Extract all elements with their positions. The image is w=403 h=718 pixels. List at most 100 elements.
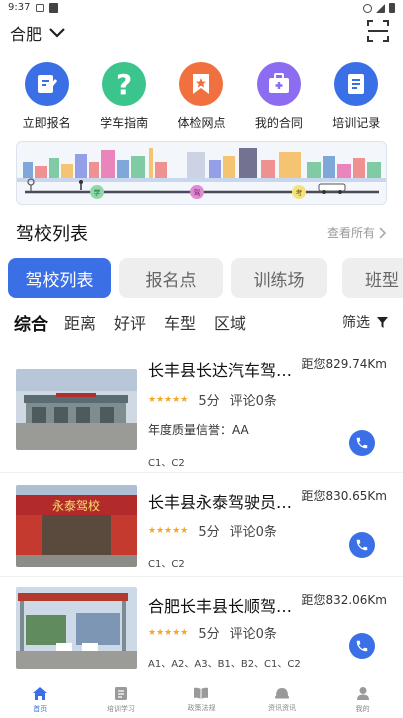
app-notification-icon <box>49 3 58 13</box>
see-all-label: 查看所有 <box>326 226 375 240</box>
signal-icon <box>376 3 385 13</box>
edit-form-icon <box>24 62 69 106</box>
school-photo <box>16 587 137 669</box>
book-icon <box>114 687 127 700</box>
filter-vehicle-type[interactable]: 车型 <box>164 310 196 334</box>
rating-stars: ★★★★★ <box>148 525 189 536</box>
quick-action-guide[interactable]: ? 学车指南 <box>86 62 162 134</box>
nav-policy[interactable]: 政策法规 <box>166 680 236 718</box>
filter-rating[interactable]: 好评 <box>114 310 146 334</box>
nav-label: 培训学习 <box>106 705 135 713</box>
filter-funnel-icon <box>377 316 388 328</box>
tab-training-ground[interactable]: 训练场 <box>231 258 327 298</box>
status-time: 9:37 <box>8 2 31 13</box>
rating-stars: ★★★★★ <box>148 394 189 405</box>
school-distance: 距您829.74Km <box>301 357 387 371</box>
quick-action-contract[interactable]: 我的合同 <box>241 62 317 134</box>
filter-overall[interactable]: 综合 <box>14 310 48 335</box>
nav-label: 政策法规 <box>187 704 216 712</box>
quick-action-register[interactable]: 立即报名 <box>9 62 85 134</box>
school-name: 长丰县永泰驾驶员培训有限公司 <box>148 493 296 512</box>
school-distance: 距您830.65Km <box>301 489 387 503</box>
nav-home[interactable]: 首页 <box>5 680 75 718</box>
rating-score: 5分 <box>198 627 220 642</box>
school-distance: 距您832.06Km <box>301 593 387 607</box>
quick-action-records[interactable]: 培训记录 <box>318 62 394 134</box>
school-card[interactable]: 长丰县长达汽车驾驶培训有限公司 距您829.74Km ★★★★★ 5分 评论0条… <box>0 345 403 473</box>
bookmark-star-icon <box>179 62 224 106</box>
filter-region[interactable]: 区域 <box>214 310 246 334</box>
license-types: C1、C2 <box>148 458 185 469</box>
nav-label: 首页 <box>33 705 48 713</box>
city-road-illustration: 学 驾 考 <box>17 142 386 204</box>
status-icons <box>363 3 395 13</box>
filter-distance[interactable]: 距离 <box>64 310 96 334</box>
see-all-link[interactable]: 查看所有 <box>327 224 387 241</box>
rating-score: 5分 <box>198 394 220 409</box>
school-name: 长丰县长达汽车驾驶培训有限公司 <box>148 361 296 380</box>
notification-icon <box>36 4 44 12</box>
call-button[interactable] <box>349 532 375 558</box>
license-types: C1、C2 <box>148 559 185 570</box>
status-bar: 9:37 <box>0 0 403 18</box>
rating-stars: ★★★★★ <box>148 627 189 638</box>
call-button[interactable] <box>349 430 375 456</box>
rating-comments: 评论0条 <box>229 627 277 642</box>
tab-signup-points[interactable]: 报名点 <box>119 258 223 298</box>
school-rating: ★★★★★ 5分 评论0条 <box>148 521 277 540</box>
chevron-right-icon <box>379 226 387 239</box>
banner-stop-1: 学 <box>94 188 101 197</box>
header: 合肥 <box>0 18 403 48</box>
bottom-nav: 首页 培训学习 政策法规 资讯资讯 我的 <box>0 680 403 718</box>
banner-stop-3: 考 <box>296 189 303 197</box>
scan-icon[interactable] <box>367 20 389 42</box>
quick-action-label: 我的合同 <box>254 116 303 130</box>
tab-class-type[interactable]: 班型 <box>342 258 403 298</box>
quick-action-label: 学车指南 <box>100 116 149 130</box>
school-sign-text: 永泰驾校 <box>52 498 100 513</box>
nav-label: 资讯资讯 <box>268 704 297 712</box>
school-rating: ★★★★★ 5分 评论0条 <box>148 390 277 409</box>
helmet-icon <box>275 688 290 699</box>
filter-button[interactable]: 筛选 <box>342 312 389 332</box>
home-icon <box>33 687 48 700</box>
school-card[interactable]: 合肥长丰县长顺驾驶培训有限公司 距您832.06Km ★★★★★ 5分 评论0条… <box>0 579 403 679</box>
banner-image[interactable]: 学 驾 考 <box>16 141 387 205</box>
nav-news[interactable]: 资讯资讯 <box>247 680 317 718</box>
filter-button-label: 筛选 <box>342 315 370 331</box>
tab-school-list[interactable]: 驾校列表 <box>8 258 111 298</box>
quality-rating: 年度质量信誉：AA <box>148 423 249 437</box>
rating-score: 5分 <box>198 525 220 540</box>
banner-stop-2: 驾 <box>194 188 201 197</box>
school-card[interactable]: 永泰驾校 长丰县永泰驾驶员培训有限公司 距您830.65Km ★★★★★ 5分 … <box>0 475 403 577</box>
chevron-down-icon <box>49 28 65 38</box>
rating-comments: 评论0条 <box>229 394 277 409</box>
rating-comments: 评论0条 <box>229 525 277 540</box>
phone-icon <box>356 640 368 652</box>
city-selector[interactable]: 合肥 <box>10 21 66 45</box>
phone-icon <box>356 437 368 449</box>
nav-training[interactable]: 培训学习 <box>86 680 156 718</box>
user-icon <box>356 687 369 700</box>
phone-icon <box>356 539 368 551</box>
category-tabs: 驾校列表 报名点 训练场 班型 <box>8 258 403 298</box>
quick-action-label: 立即报名 <box>22 116 71 130</box>
nav-profile[interactable]: 我的 <box>328 680 398 718</box>
nav-label: 我的 <box>355 705 370 713</box>
school-name: 合肥长丰县长顺驾驶培训有限公司 <box>148 597 296 616</box>
document-list-icon <box>334 62 379 106</box>
school-photo: 永泰驾校 <box>16 485 137 567</box>
question-icon: ? <box>102 62 147 106</box>
school-rating: ★★★★★ 5分 评论0条 <box>148 623 277 642</box>
briefcase-medical-icon <box>256 62 301 106</box>
quick-action-medical[interactable]: 体检网点 <box>163 62 239 134</box>
school-photo <box>16 369 137 450</box>
quick-action-label: 培训记录 <box>332 116 381 130</box>
call-button[interactable] <box>349 633 375 659</box>
city-label: 合肥 <box>10 25 43 44</box>
sort-filters: 综合 距离 好评 车型 区域 筛选 <box>0 310 403 335</box>
section-title: 驾校列表 <box>16 224 88 245</box>
vibrate-icon <box>363 3 372 13</box>
quick-actions: 立即报名 ? 学车指南 体检网点 我的合同 培训记录 <box>0 62 403 134</box>
battery-icon <box>389 3 395 13</box>
